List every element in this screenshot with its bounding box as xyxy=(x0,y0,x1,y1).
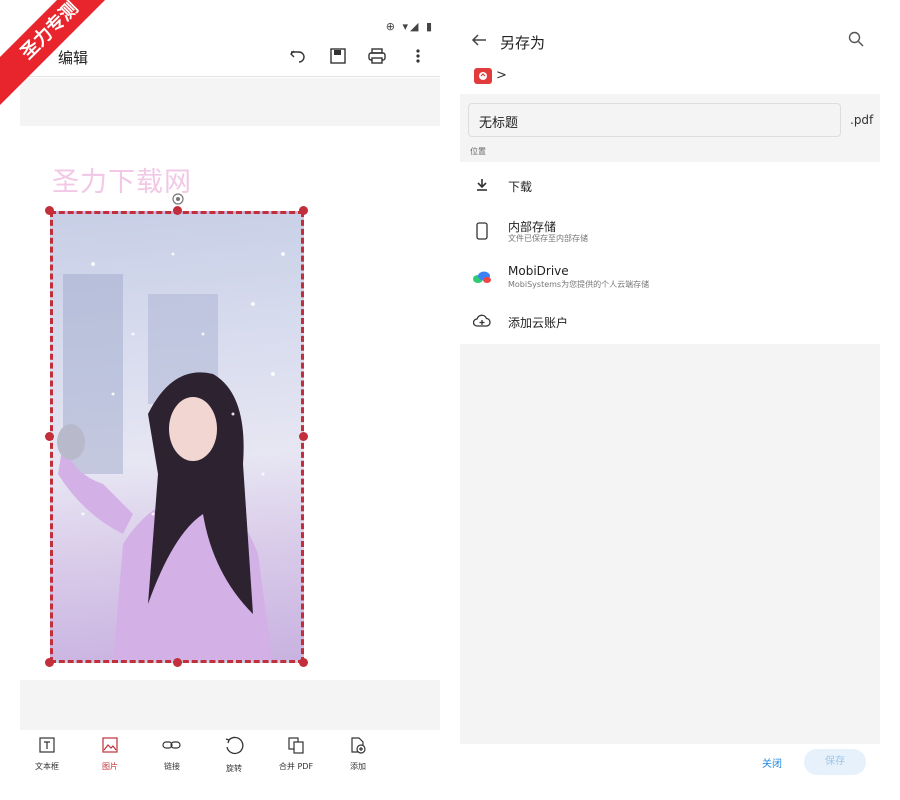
cloud-add-icon xyxy=(472,311,492,331)
tool-label: 合并 PDF xyxy=(278,762,314,771)
status-bar: ⊕ ▾◢ ▮ xyxy=(385,20,434,33)
tool-label: 图片 xyxy=(102,762,118,771)
location-internal-storage[interactable]: 内部存储 文件已保存至内部存储 xyxy=(460,212,880,252)
save-icon[interactable] xyxy=(328,46,348,66)
save-as-dialog: 另存为 > 无标题 .pdf 位置 下载 内部存储 文件已保存至内部存储 Mob… xyxy=(460,0,880,800)
location-subtitle: 文件已保存至内部存储 xyxy=(508,234,588,243)
location-add-cloud[interactable]: 添加云账户 xyxy=(460,302,880,342)
location-heading: 位置 xyxy=(470,147,486,156)
app-folder-icon[interactable] xyxy=(474,68,492,84)
phone-icon xyxy=(472,221,492,241)
toolbar-divider xyxy=(20,76,440,77)
resize-handle-bottom[interactable] xyxy=(173,658,182,667)
tool-label: 旋转 xyxy=(226,764,242,773)
resize-handle-top[interactable] xyxy=(173,206,182,215)
tool-link[interactable]: 链接 xyxy=(148,736,196,772)
resize-handle-top-right[interactable] xyxy=(299,206,308,215)
print-icon[interactable] xyxy=(367,46,387,66)
merge-pdf-icon xyxy=(288,737,304,754)
resize-handle-left[interactable] xyxy=(45,432,54,441)
tool-label: 链接 xyxy=(164,762,180,771)
search-icon[interactable] xyxy=(848,31,868,51)
empty-area xyxy=(460,344,880,744)
portrait-photo xyxy=(57,252,285,660)
editor-panel: ⊕ ▾◢ ▮ 编辑 圣力下载网 文本框 图片 链接 旋转 合并 PDF 添加 xyxy=(20,0,440,800)
link-icon xyxy=(162,741,181,749)
location-name: 添加云账户 xyxy=(508,316,569,330)
resize-handle-top-left[interactable] xyxy=(45,206,54,215)
tool-label: 文本框 xyxy=(35,762,59,771)
location-name: 下载 xyxy=(508,180,533,194)
rotate-icon xyxy=(225,736,244,755)
mobidrive-icon xyxy=(472,267,492,287)
file-extension: .pdf xyxy=(850,113,874,127)
breadcrumb-separator: > xyxy=(496,68,507,83)
undo-icon[interactable] xyxy=(288,46,308,66)
resize-handle-bottom-left[interactable] xyxy=(45,658,54,667)
page-gap-bottom xyxy=(20,680,440,730)
tool-add[interactable]: 添加 xyxy=(334,736,382,772)
tool-merge-pdf[interactable]: 合并 PDF xyxy=(272,736,320,772)
rotate-handle-icon[interactable] xyxy=(171,191,185,205)
page-gap-top xyxy=(20,78,440,126)
tool-textbox[interactable]: 文本框 xyxy=(23,736,71,772)
resize-handle-bottom-right[interactable] xyxy=(299,658,308,667)
tool-rotate[interactable]: 旋转 xyxy=(210,736,258,774)
textbox-icon xyxy=(39,737,55,753)
image-icon xyxy=(102,737,118,753)
location-downloads[interactable]: 下载 xyxy=(460,166,880,206)
location-name: MobiDrive xyxy=(508,264,569,278)
save-button[interactable]: 保存 xyxy=(804,749,866,775)
back-arrow-icon[interactable] xyxy=(470,31,490,51)
location-subtitle: MobiSystems为您提供的个人云端存储 xyxy=(508,280,650,289)
filename-input[interactable]: 无标题 xyxy=(468,103,841,137)
editor-title: 编辑 xyxy=(58,49,89,67)
dialog-title: 另存为 xyxy=(500,34,546,52)
selected-image[interactable] xyxy=(50,211,304,663)
location-mobidrive[interactable]: MobiDrive MobiSystems为您提供的个人云端存储 xyxy=(460,258,880,298)
close-button[interactable]: 关闭 xyxy=(762,755,782,770)
resize-handle-right[interactable] xyxy=(299,432,308,441)
more-vert-icon[interactable] xyxy=(408,46,428,66)
tool-label: 添加 xyxy=(350,762,366,771)
tool-image[interactable]: 图片 xyxy=(86,736,134,772)
add-page-icon xyxy=(351,737,366,754)
download-icon xyxy=(472,175,492,195)
